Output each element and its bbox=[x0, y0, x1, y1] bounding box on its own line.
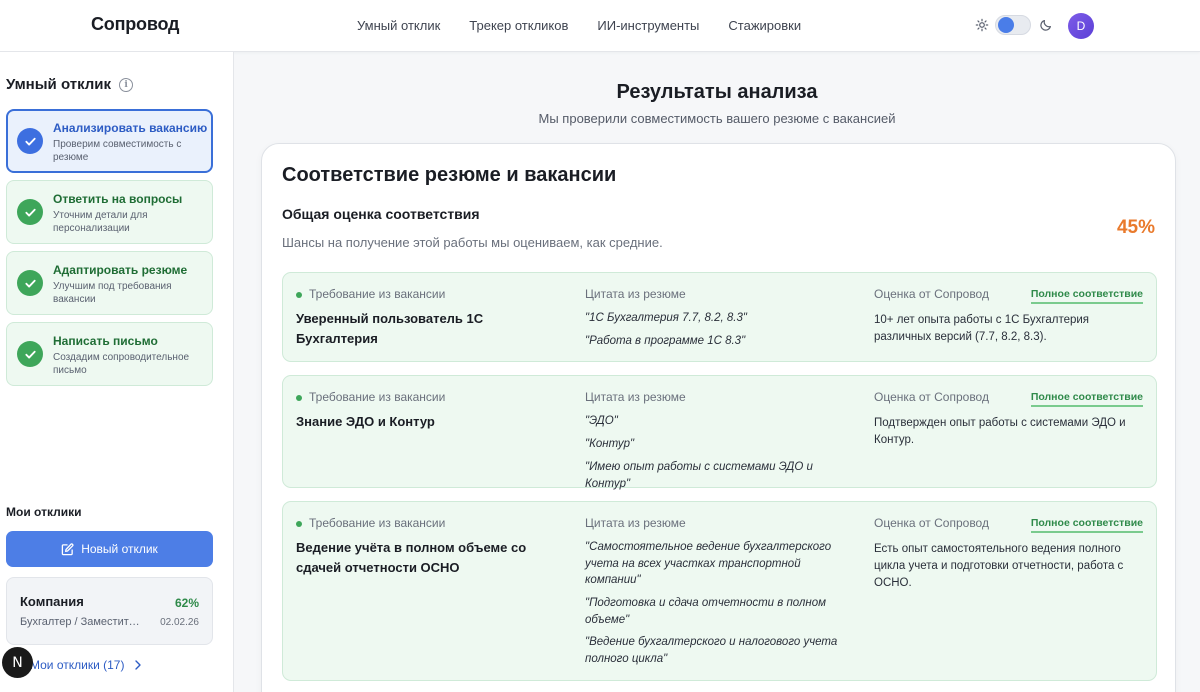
resume-quote: "ЭДО" bbox=[585, 415, 618, 427]
step-analyze-vacancy[interactable]: Анализировать вакансию Проверим совмести… bbox=[6, 109, 213, 173]
step-answer-questions[interactable]: Ответить на вопросы Уточним детали для п… bbox=[6, 180, 213, 244]
step-subtitle: Создадим сопроводительное письмо bbox=[53, 352, 190, 376]
quote-header: Цитата из резюме bbox=[585, 516, 686, 530]
page-title: Результаты анализа bbox=[616, 81, 818, 103]
check-icon bbox=[17, 128, 43, 154]
nav-ai-tools[interactable]: ИИ-инструменты bbox=[597, 18, 699, 33]
requirement-row: Требование из вакансии Цитата из резюме … bbox=[282, 375, 1157, 490]
evaluation-text: Есть опыт самостоятельного ведения полно… bbox=[874, 543, 1124, 589]
match-badge: Полное соответствие bbox=[1030, 517, 1143, 533]
quote-header: Цитата из резюме bbox=[585, 390, 686, 404]
step-title: Анализировать вакансию bbox=[53, 121, 208, 135]
check-icon bbox=[17, 341, 43, 367]
nav-response-tracker[interactable]: Трекер откликов bbox=[469, 18, 568, 33]
match-badge: Полное соответствие bbox=[1030, 288, 1143, 304]
requirement-header: Требование из вакансии bbox=[309, 390, 446, 404]
resume-quote: "Контур" bbox=[585, 438, 635, 450]
nav-smart-response[interactable]: Умный отклик bbox=[357, 18, 440, 33]
requirement-name: Уверенный пользователь 1С Бухгалтерия bbox=[296, 311, 484, 346]
status-dot bbox=[296, 395, 302, 401]
step-title: Ответить на вопросы bbox=[53, 192, 183, 206]
check-icon bbox=[17, 270, 43, 296]
score-percent: 45% bbox=[1116, 217, 1155, 238]
my-responses-title: Мои отклики bbox=[6, 505, 82, 519]
toggle-knob bbox=[998, 17, 1014, 33]
user-avatar[interactable]: D bbox=[1068, 13, 1094, 39]
page-subtitle: Мы проверили совместимость вашего резюме… bbox=[538, 111, 896, 126]
all-responses-label: Мои отклики (17) bbox=[30, 658, 125, 672]
status-dot bbox=[296, 521, 302, 527]
requirement-row: Требование из вакансии Цитата из резюме … bbox=[282, 272, 1157, 362]
step-write-letter[interactable]: Написать письмо Создадим сопроводительно… bbox=[6, 322, 213, 386]
card-title: Соответствие резюме и вакансии bbox=[282, 164, 617, 186]
edit-icon bbox=[61, 542, 74, 555]
step-subtitle: Уточним детали для персонализации bbox=[53, 210, 148, 234]
requirement-header: Требование из вакансии bbox=[309, 516, 446, 530]
step-title: Адаптировать резюме bbox=[53, 263, 188, 277]
resume-quote: "Имею опыт работы с системами ЭДО и Конт… bbox=[585, 461, 813, 490]
resume-quote: "Самостоятельное ведение бухгалтерского … bbox=[585, 541, 832, 586]
evaluation-header: Оценка от Сопровод bbox=[874, 390, 989, 404]
theme-switcher bbox=[975, 15, 1053, 35]
resume-quote: "1С Бухгалтерия 7.7, 8.2, 8.3" bbox=[585, 312, 747, 324]
new-response-button[interactable]: Новый отклик bbox=[6, 531, 213, 567]
nav-internships[interactable]: Стажировки bbox=[728, 18, 801, 33]
app-logo[interactable]: Сопровод bbox=[91, 14, 179, 35]
response-card[interactable]: Компания 62% Бухгалтер / Заместитель гла… bbox=[6, 577, 213, 645]
company-name: Компания bbox=[20, 594, 84, 609]
sidebar-title-text: Умный отклик bbox=[6, 76, 112, 93]
dev-badge[interactable]: N bbox=[2, 647, 33, 678]
score-description: Шансы на получение этой работы мы оценив… bbox=[282, 235, 663, 250]
evaluation-text: 10+ лет опыта работы с 1С Бухгалтерия ра… bbox=[874, 314, 1090, 343]
top-header: Сопровод Умный отклик Трекер откликов ИИ… bbox=[0, 0, 1200, 52]
requirement-name: Знание ЭДО и Контур bbox=[296, 414, 435, 429]
step-title: Написать письмо bbox=[53, 334, 158, 348]
chevron-right-icon bbox=[135, 660, 142, 670]
status-dot bbox=[296, 292, 302, 298]
requirement-row: Требование из вакансии Цитата из резюме … bbox=[282, 501, 1157, 681]
match-badge: Полное соответствие bbox=[1030, 391, 1143, 407]
score-label: Общая оценка соответствия bbox=[282, 206, 480, 222]
step-subtitle: Улучшим под требования вакансии bbox=[53, 281, 172, 305]
job-role: Бухгалтер / Заместитель главного бухгалт… bbox=[20, 616, 142, 628]
requirement-header: Требование из вакансии bbox=[309, 287, 446, 301]
response-date: 02.02.26 bbox=[160, 617, 199, 628]
requirement-name: Ведение учёта в полном объеме со сдачей … bbox=[296, 540, 527, 575]
resume-quote: "Работа в программе 1С 8.3" bbox=[585, 335, 746, 347]
main-nav: Умный отклик Трекер откликов ИИ-инструме… bbox=[357, 18, 830, 33]
moon-icon bbox=[1040, 20, 1051, 31]
sun-icon bbox=[975, 18, 989, 32]
theme-toggle[interactable] bbox=[995, 15, 1031, 35]
sidebar-title: Умный отклик i bbox=[6, 76, 134, 93]
evaluation-header: Оценка от Сопровод bbox=[874, 516, 989, 530]
step-subtitle: Проверим совместимость с резюме bbox=[53, 139, 182, 163]
check-icon bbox=[17, 199, 43, 225]
evaluation-text: Подтвержден опыт работы с системами ЭДО … bbox=[874, 417, 1126, 446]
resume-quote: "Подготовка и сдача отчетности в полном … bbox=[585, 597, 827, 626]
info-icon[interactable]: i bbox=[119, 77, 134, 92]
evaluation-header: Оценка от Сопровод bbox=[874, 287, 989, 301]
resume-quote: "Ведение бухгалтерского и налогового уче… bbox=[585, 636, 838, 665]
match-percent: 62% bbox=[174, 596, 199, 610]
sidebar: Умный отклик i Анализировать вакансию Пр… bbox=[0, 52, 234, 692]
results-card: Соответствие резюме и вакансии Общая оце… bbox=[261, 143, 1176, 692]
step-adapt-resume[interactable]: Адаптировать резюме Улучшим под требован… bbox=[6, 251, 213, 315]
new-response-label: Новый отклик bbox=[81, 542, 158, 556]
all-responses-link[interactable]: Мои отклики (17) bbox=[30, 658, 142, 672]
quote-header: Цитата из резюме bbox=[585, 287, 686, 301]
